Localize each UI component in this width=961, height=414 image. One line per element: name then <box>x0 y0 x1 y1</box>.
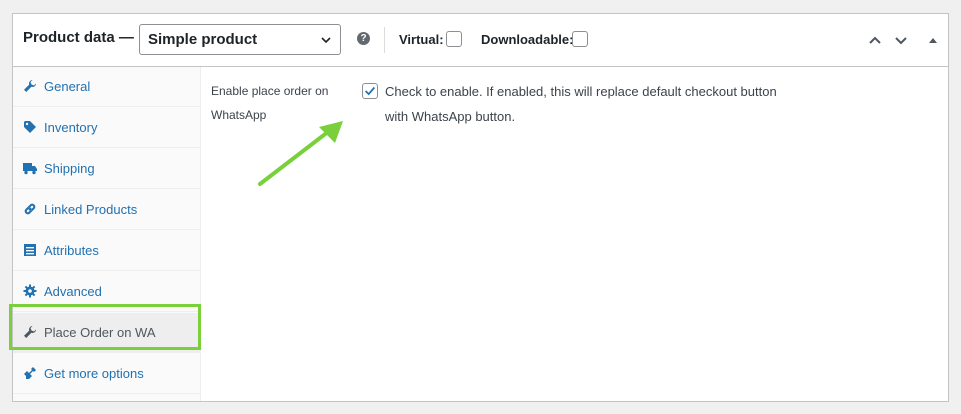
panel-title: Product data — <box>23 29 134 46</box>
tab-label: Place Order on WA <box>44 325 156 340</box>
wrench-icon <box>24 80 36 92</box>
product-type-value: Simple product <box>148 31 258 48</box>
tab-linked-products[interactable]: Linked Products <box>13 190 200 230</box>
virtual-label: Virtual: <box>399 32 444 47</box>
tab-label: Inventory <box>44 120 98 135</box>
checkmark-icon <box>365 86 376 96</box>
tab-get-more-options[interactable]: Get more options <box>13 354 200 394</box>
tab-advanced[interactable]: Advanced <box>13 272 200 312</box>
panel-header: Product data — Simple product ? Virtual:… <box>13 14 948 67</box>
chevron-down-icon[interactable] <box>893 32 909 48</box>
tab-label: Get more options <box>44 366 144 381</box>
tab-label: Linked Products <box>44 202 138 217</box>
collapse-toggle-icon[interactable] <box>925 32 941 48</box>
annotation-arrow <box>258 121 343 186</box>
tab-label: Shipping <box>44 161 95 176</box>
tab-general[interactable]: General <box>13 67 200 107</box>
tab-label: Attributes <box>44 243 99 258</box>
virtual-checkbox[interactable] <box>446 31 462 47</box>
plugin-icon <box>24 367 36 379</box>
help-icon[interactable]: ? <box>357 32 370 45</box>
tab-label: Advanced <box>44 284 102 299</box>
tab-place-order-on-wa[interactable]: Place Order on WA <box>13 313 200 353</box>
downloadable-checkbox[interactable] <box>572 31 588 47</box>
chevron-down-icon <box>321 37 331 44</box>
tab-attributes[interactable]: Attributes <box>13 231 200 271</box>
tab-inventory[interactable]: Inventory <box>13 108 200 148</box>
product-type-select[interactable]: Simple product <box>139 24 341 55</box>
tag-icon <box>24 121 36 133</box>
list-icon <box>24 244 36 256</box>
downloadable-label: Downloadable: <box>481 32 574 47</box>
product-data-panel: Product data — Simple product ? Virtual:… <box>12 13 949 402</box>
link-icon <box>24 203 36 215</box>
wrench-icon <box>24 326 36 338</box>
chevron-up-icon[interactable] <box>867 32 883 48</box>
header-divider <box>384 27 385 53</box>
enable-whatsapp-checkbox[interactable] <box>362 83 378 99</box>
tab-shipping[interactable]: Shipping <box>13 149 200 189</box>
gear-icon <box>23 284 37 298</box>
tab-label: General <box>44 79 91 94</box>
product-data-tabs: General Inventory Shipping Linked Produc… <box>13 67 201 401</box>
field-description: Check to enable. If enabled, this will r… <box>385 84 777 124</box>
truck-icon <box>23 163 37 175</box>
